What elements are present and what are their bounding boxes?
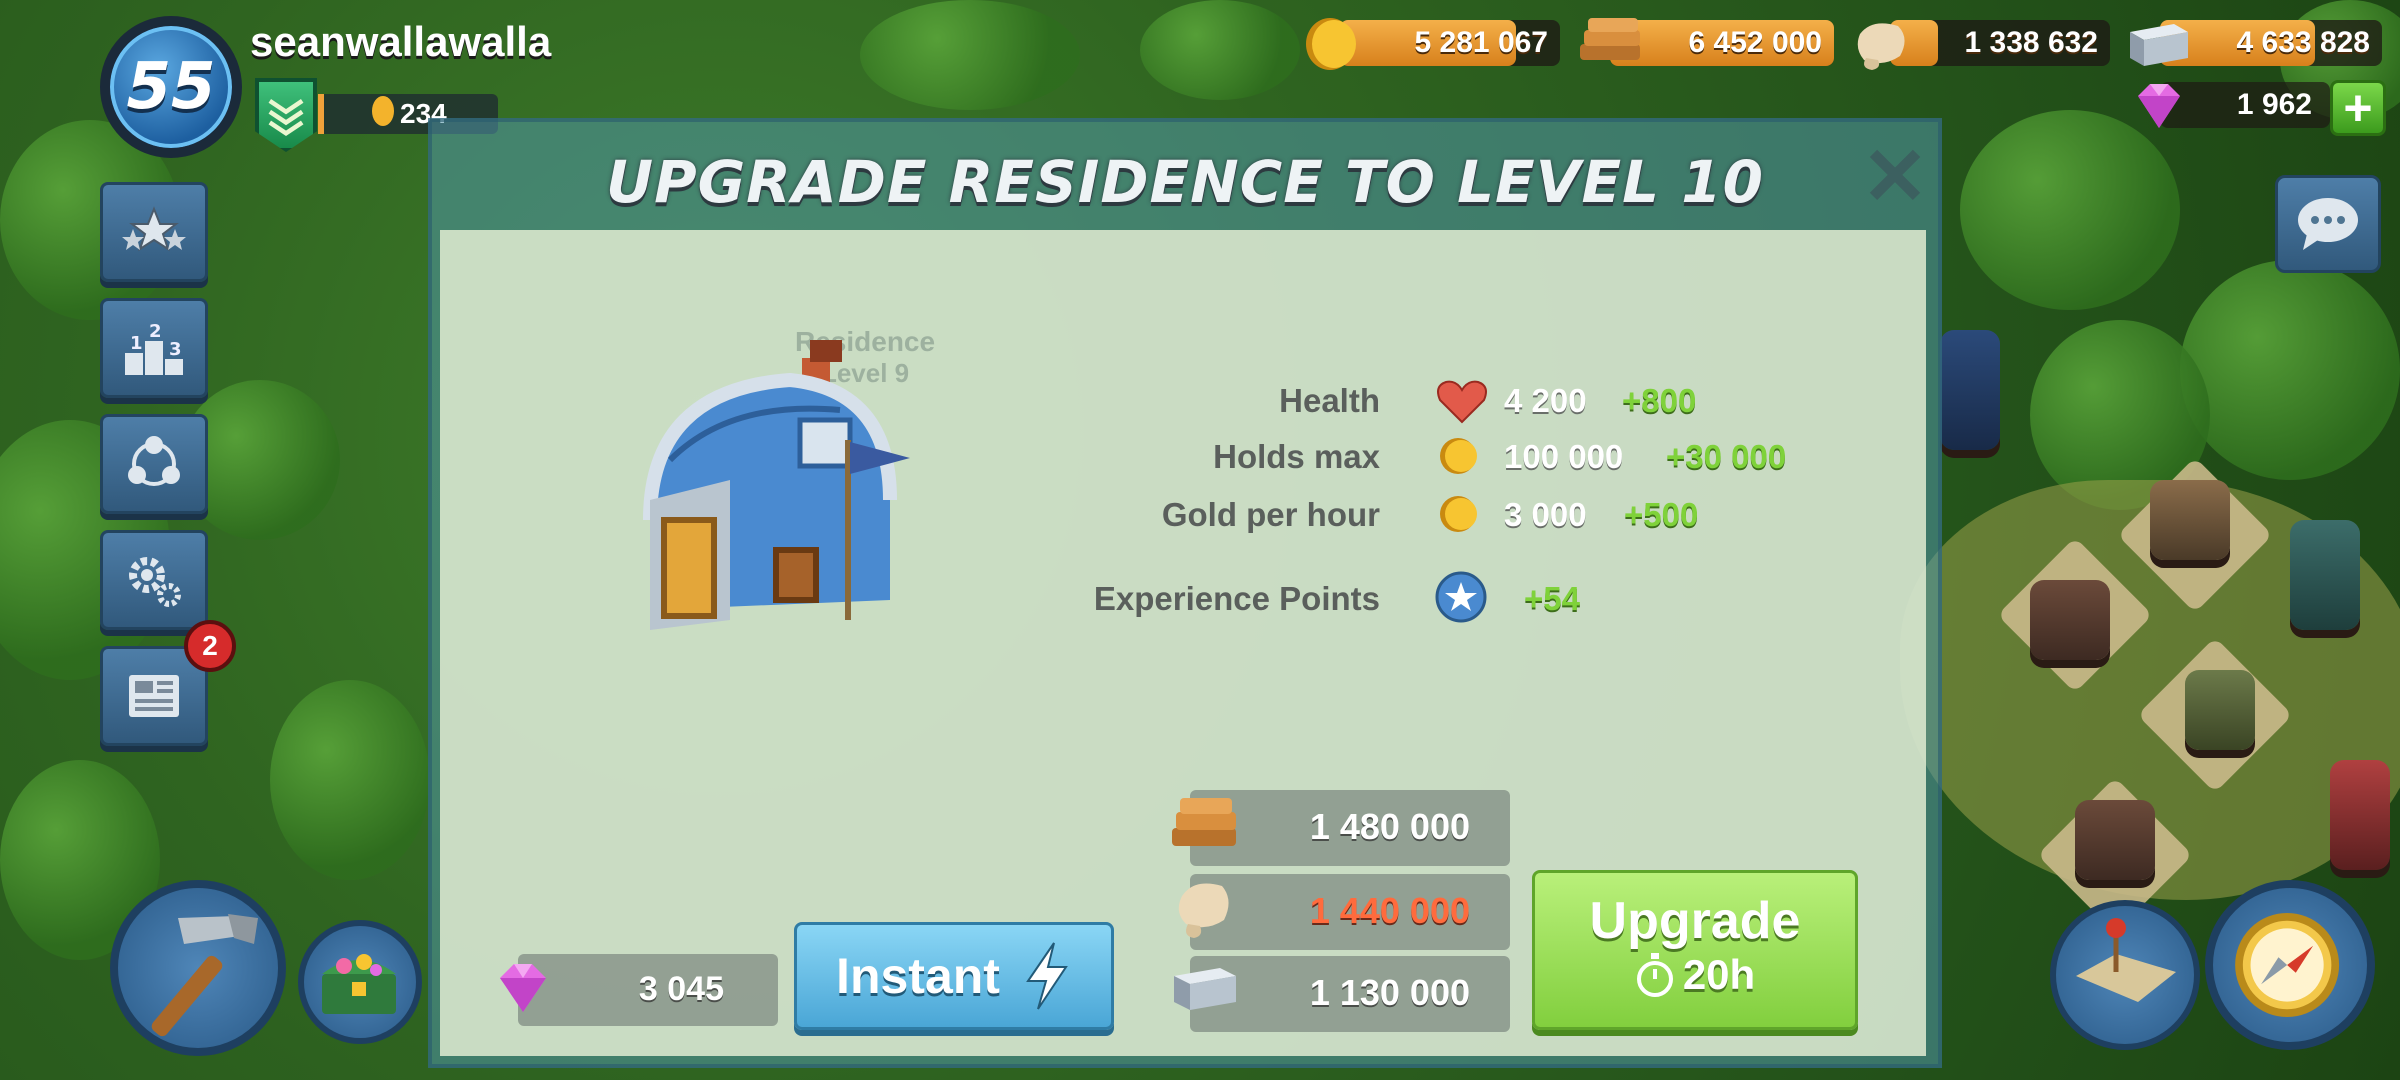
diamond-icon	[500, 964, 546, 1012]
instant-label: Instant	[836, 948, 1000, 1004]
close-icon: ✕	[1861, 132, 1929, 221]
iron-cost-amount: 1 130 000	[1309, 972, 1470, 1013]
gold-coin-icon	[1440, 438, 1477, 474]
plus-icon: +	[2343, 80, 2373, 136]
svg-text:3: 3	[169, 339, 182, 360]
build-button[interactable]	[110, 880, 286, 1056]
stone-icon	[1857, 23, 1905, 70]
lightning-icon	[1026, 942, 1068, 1010]
task-force-icon	[128, 436, 180, 486]
news-notification-badge: 2	[184, 620, 236, 672]
gold-coin-icon	[1440, 496, 1477, 532]
chat-button[interactable]	[2275, 175, 2381, 273]
stat-holds-max-value: 100 000	[1504, 438, 1624, 475]
task-force-button[interactable]	[100, 414, 208, 514]
gold-coin-icon	[1306, 18, 1356, 70]
stat-holds-max-label: Holds max	[1213, 438, 1380, 475]
gold-resource: 5 281 067	[1340, 20, 1560, 66]
gem-amount: 1 962	[2236, 88, 2312, 121]
chat-bubble-icon	[2298, 198, 2358, 250]
stat-gold-per-hour-label: Gold per hour	[1161, 496, 1380, 533]
svg-text:1: 1	[130, 333, 143, 354]
stat-xp-bonus: +54	[1524, 580, 1580, 617]
gem-cost: 3 045	[518, 954, 778, 1026]
close-button[interactable]: ✕	[1860, 137, 1930, 217]
hammer-icon	[151, 914, 258, 1037]
stat-xp-label: Experience Points	[1093, 580, 1380, 617]
map-icon	[2076, 918, 2176, 1002]
stone-icon	[1178, 883, 1229, 938]
stone-amount: 1 338 632	[1964, 26, 2098, 59]
player-level-badge[interactable]: 55	[100, 16, 242, 158]
gear-icon	[129, 557, 181, 607]
stone-cost-amount: 1 440 000	[1309, 890, 1470, 931]
wood-icon	[1172, 798, 1236, 846]
star-icon	[1435, 571, 1487, 623]
stat-gold-per-hour-value: 3 000	[1504, 496, 1587, 533]
stat-health-value: 4 200	[1504, 382, 1587, 419]
medal-icon	[372, 96, 394, 126]
player-name: seanwallawalla	[250, 18, 552, 65]
wood-icon	[1580, 18, 1640, 60]
newspaper-icon	[129, 675, 179, 717]
instant-upgrade-button[interactable]: Instant	[794, 922, 1114, 1030]
wood-amount: 6 452 000	[1688, 26, 1822, 59]
iron-amount: 4 633 828	[2236, 26, 2370, 59]
stars-button[interactable]	[100, 182, 208, 282]
stone-resource: 1 338 632	[1890, 20, 2110, 66]
treasure-chest-button[interactable]	[298, 920, 422, 1044]
compass-button[interactable]	[2205, 880, 2375, 1050]
stat-health-label: Health	[1279, 382, 1380, 419]
stone-cost: 1 440 000	[1190, 874, 1510, 950]
buy-gems-button[interactable]: +	[2330, 80, 2386, 136]
upgrade-time: 20h	[1682, 951, 1756, 998]
svg-text:2: 2	[149, 321, 162, 342]
iron-icon	[2130, 24, 2188, 66]
leaderboard-button[interactable]: 1 2 3	[100, 298, 208, 398]
stat-gold-per-hour-bonus: +500	[1624, 496, 1699, 533]
stopwatch-icon	[1636, 953, 1673, 997]
gem-cost-amount: 3 045	[638, 970, 724, 1008]
heart-icon	[1437, 380, 1487, 424]
stat-holds-max-bonus: +30 000	[1666, 438, 1787, 475]
dialog-title: UPGRADE RESIDENCE TO LEVEL 10	[605, 148, 1765, 216]
diamond-icon	[2138, 84, 2180, 128]
stars-icon	[122, 206, 186, 252]
stat-health-bonus: +800	[1622, 382, 1697, 419]
treasure-chest-icon	[322, 954, 396, 1014]
upgrade-label: Upgrade	[1589, 892, 1801, 950]
gold-amount: 5 281 067	[1414, 26, 1548, 59]
leaderboard-icon: 1 2 3	[125, 321, 183, 375]
upgrade-button[interactable]: Upgrade 20h	[1532, 870, 1858, 1030]
settings-button[interactable]	[100, 530, 208, 630]
wood-cost-amount: 1 480 000	[1309, 806, 1470, 847]
compass-icon	[2235, 913, 2340, 1017]
iron-icon	[1174, 968, 1236, 1010]
map-button[interactable]	[2050, 900, 2200, 1050]
player-level: 55	[126, 50, 216, 124]
